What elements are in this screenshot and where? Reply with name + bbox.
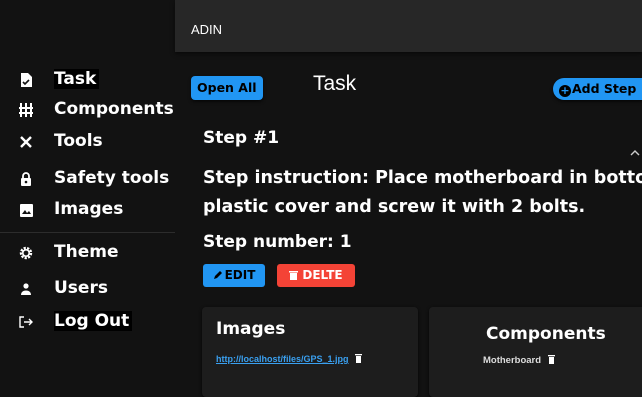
logout-icon	[18, 314, 34, 330]
chevron-up-icon[interactable]	[630, 144, 640, 156]
sidebar: Task Components Tools Safety tools Image…	[0, 0, 175, 381]
step-number: Step number: 1	[203, 232, 352, 252]
gear-icon	[18, 245, 34, 261]
delete-button[interactable]: DELTE	[277, 264, 355, 287]
sidebar-item-log-out[interactable]: Log Out	[0, 308, 175, 338]
plus-circle-icon: +	[559, 84, 571, 97]
delete-label: DELTE	[302, 268, 343, 282]
edit-button[interactable]: EDIT	[203, 264, 265, 287]
images-card-title: Images	[216, 319, 286, 339]
lock-icon	[18, 171, 34, 187]
sidebar-divider	[0, 232, 175, 233]
task-icon	[18, 72, 34, 88]
trash-icon[interactable]	[354, 354, 362, 363]
components-card-title: Components	[486, 324, 606, 344]
trash-icon[interactable]	[547, 355, 555, 364]
components-card: Components Motherboard	[429, 307, 642, 397]
step-instruction-line: plastic cover and screw it with 2 bolts.	[203, 197, 586, 217]
step-heading: Step #1	[203, 128, 280, 148]
sidebar-item-theme[interactable]: Theme	[0, 239, 175, 269]
add-step-button[interactable]: + Add Step	[553, 78, 642, 100]
sidebar-item-users[interactable]: Users	[0, 275, 175, 305]
sidebar-item-label: Users	[54, 278, 108, 298]
user-icon	[18, 281, 34, 297]
image-icon	[18, 202, 34, 218]
component-entry: Motherboard	[483, 350, 555, 368]
sidebar-item-task[interactable]: Task	[0, 66, 175, 96]
sidebar-item-images[interactable]: Images	[0, 196, 175, 226]
image-link[interactable]: http://localhost/files/GPS_1.jpg	[216, 354, 349, 364]
app-title: ADIN	[191, 22, 223, 37]
sidebar-item-safety-tools[interactable]: Safety tools	[0, 165, 175, 195]
open-all-button[interactable]: Open All	[191, 76, 263, 100]
edit-label: EDIT	[224, 268, 256, 282]
sidebar-item-label: Task	[54, 69, 100, 89]
sidebar-item-label: Images	[54, 199, 124, 219]
component-name: Motherboard	[483, 355, 542, 366]
image-entry: http://localhost/files/GPS_1.jpg	[216, 349, 362, 367]
sidebar-item-components[interactable]: Components	[0, 96, 175, 126]
page-title: Task	[313, 72, 357, 95]
tools-icon	[18, 134, 34, 150]
pencil-icon	[213, 271, 222, 279]
main-content: Open All Task + Add Step Step #1 Step ins…	[175, 52, 642, 397]
app-bar: ADIN	[175, 0, 642, 52]
step-instruction: Step instruction: Place motherboard in b…	[203, 164, 642, 222]
sidebar-item-label: Tools	[54, 131, 103, 151]
sidebar-item-tools[interactable]: Tools	[0, 128, 175, 158]
sidebar-item-label: Safety tools	[54, 168, 170, 188]
sidebar-item-label: Components	[54, 99, 174, 119]
components-icon	[18, 102, 34, 118]
images-card: Images http://localhost/files/GPS_1.jpg	[202, 307, 418, 397]
step-instruction-line: Step instruction: Place motherboard in b…	[203, 168, 642, 188]
trash-icon	[289, 271, 299, 280]
sidebar-item-label: Theme	[54, 242, 119, 262]
add-step-label: Add Step	[572, 81, 637, 96]
sidebar-item-label: Log Out	[54, 311, 133, 331]
